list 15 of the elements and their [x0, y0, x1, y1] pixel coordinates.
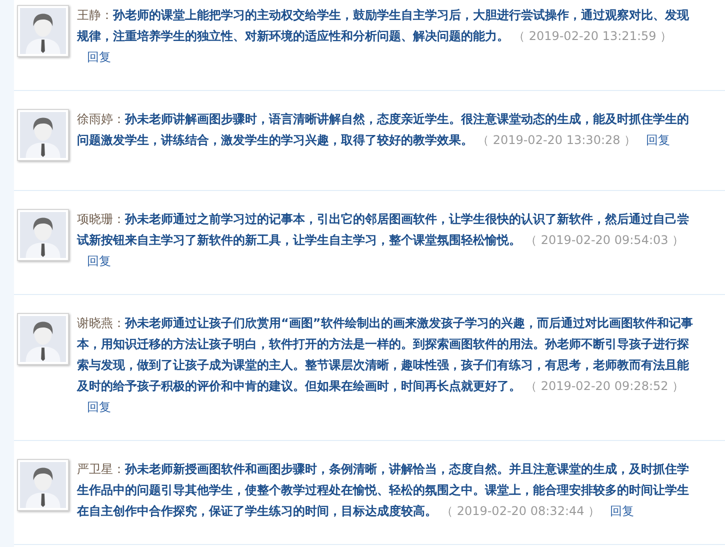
reply-link[interactable]: 回复 — [87, 254, 111, 268]
comment-text: 严卫星：孙未老师新授画图软件和画图步骤时，条例清晰，讲解恰当，态度自然。并且注意课堂的生成，及时抓住学生作品中的问题引导其他学生，使整个教学过程处在愉悦、轻松的氛围之中。课堂上，能合理安排较多的时间让学生在自主创作中合作探究，保证了学生练习的时间，目标达成度较高。 （ 2019-02-20 08:32:44 ） 回复 — [77, 461, 690, 520]
avatar-icon — [17, 109, 69, 161]
reply-link[interactable]: 回复 — [87, 50, 111, 64]
avatar-icon — [17, 209, 69, 261]
comment-text: 徐雨婷：孙未老师讲解画图步骤时，语言清晰讲解自然，态度亲近学生。很注意课堂动态的生成，能及时抓住学生的问题激发学生，讲练结合，激发学生的学习兴趣，取得了较好的教学效果。 （ 2019-02-20 13:30:28 ） 回复 — [77, 111, 690, 149]
reply-link[interactable]: 回复 — [610, 504, 634, 518]
reply-link[interactable]: 回复 — [646, 133, 670, 147]
comment-text: 谢晓燕：孙未老师通过让孩子们欣赏用“画图”软件绘制出的画来激发孩子学习的兴趣，而后通过对比画图软件和记事本，用知识迁移的方法让孩子明白，软件打开的方法是一样的。到探索画图软件的用法。孙老师不断引导孩子进行探索与发现，做到了让孩子成为课堂的主人。整节课层次清晰，趣味性强，孩子们有练习，有思考，老师教而有法且能及时的给予孩子积极的评价和中肯的建议。但如果在绘画时，时间再长点就更好了。 （ 2019-02-20 09:28:52 ） 回复 — [77, 315, 694, 416]
avatar-icon — [17, 5, 69, 57]
avatar-icon — [17, 459, 69, 511]
reply-link[interactable]: 回复 — [87, 400, 111, 414]
comment-text: 王静：孙老师的课堂上能把学习的主动权交给学生，鼓励学生自主学习后，大胆进行尝试操作，通过观察对比、发现规律，注重培养学生的独立性、对新环境的适应性和分析问题、解决问题的能力。 （ 2019-02-20 13:21:59 ） 回复 — [77, 7, 690, 66]
comment-text: 项晓珊：孙未老师通过之前学习过的记事本，引出它的邻居图画软件，让学生很快的认识了新软件，然后通过自己尝试新按钮来自主学习了新软件的新工具，让学生自主学习，整个课堂氛围轻松愉悦。 （ 2019-02-20 09:54:03 ） 回复 — [77, 211, 690, 270]
avatar-icon — [17, 313, 69, 365]
